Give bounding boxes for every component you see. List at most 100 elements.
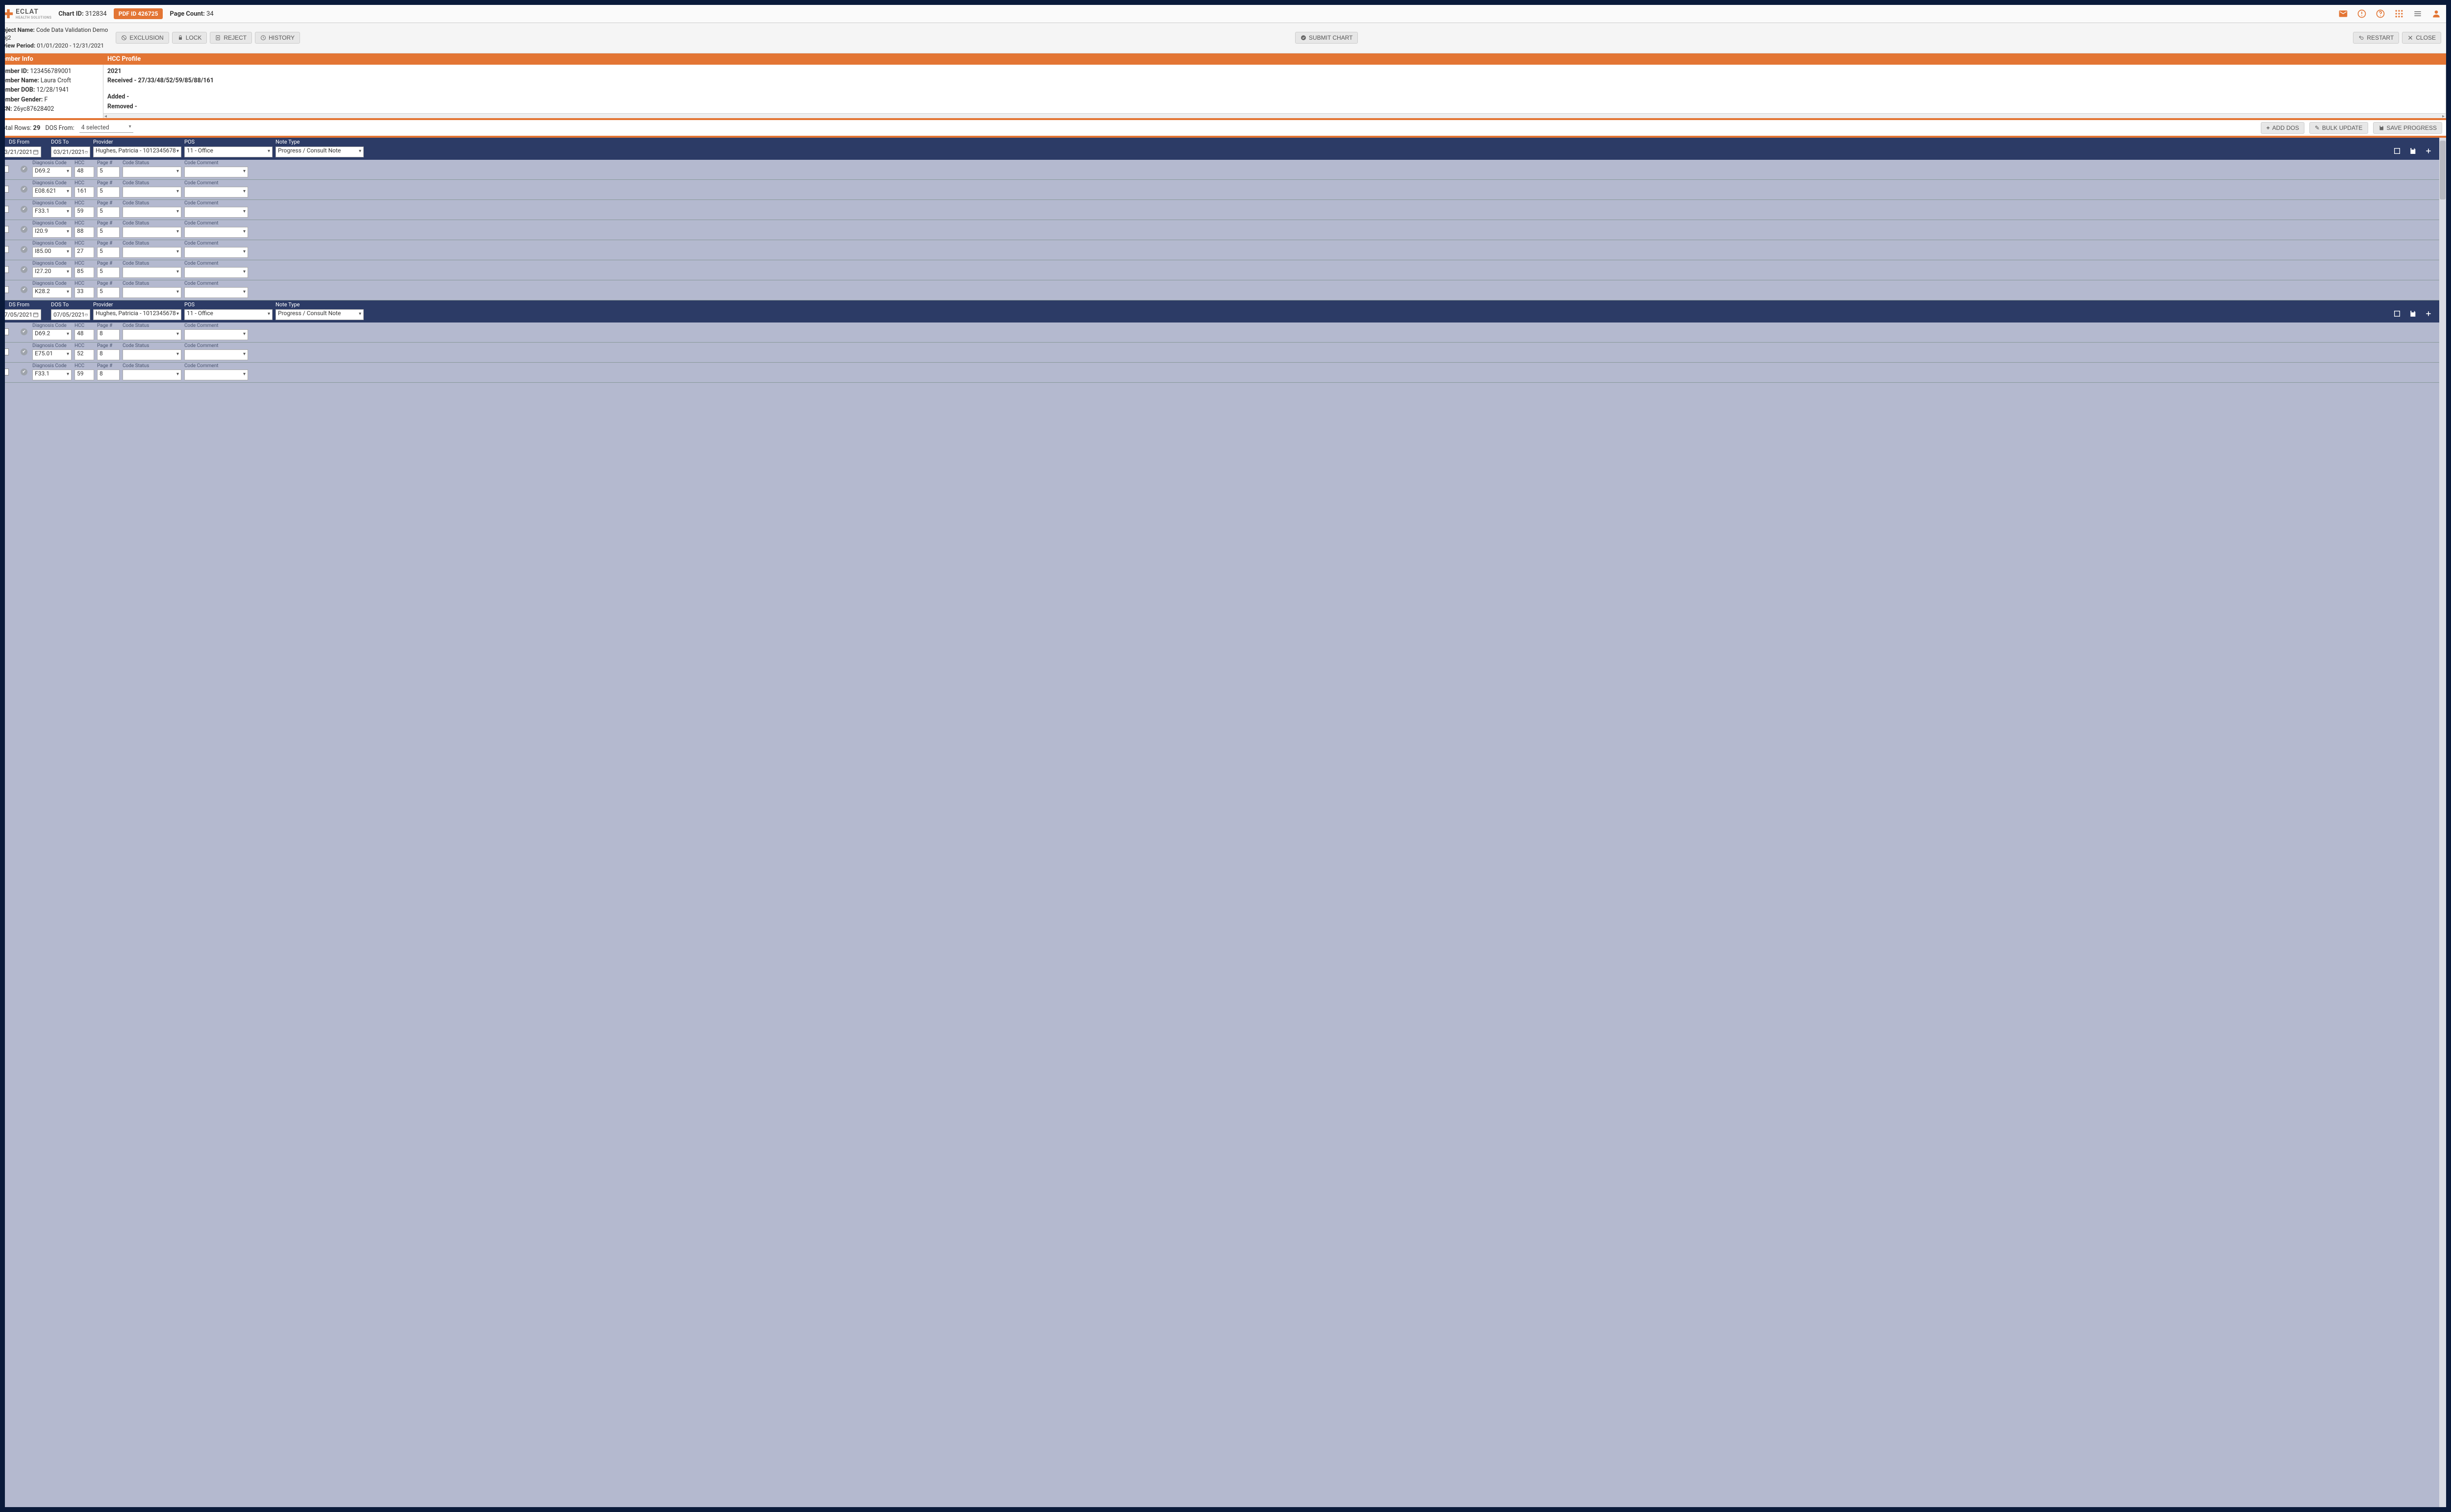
apps-icon[interactable] <box>2394 9 2404 19</box>
diag-checkbox[interactable] <box>5 348 9 355</box>
reject-button[interactable]: REJECT <box>210 32 252 44</box>
dos-to-input[interactable]: 03/21/2021 <box>51 147 90 157</box>
code-comment-select[interactable] <box>184 267 248 278</box>
diag-checkbox[interactable] <box>5 206 9 213</box>
diag-checkbox[interactable] <box>5 246 9 253</box>
row-checkbox-icon[interactable] <box>2393 310 2401 320</box>
diag-checkbox[interactable] <box>5 186 9 193</box>
hcc-input[interactable]: 59 <box>75 207 94 218</box>
row-checkbox-icon[interactable] <box>2393 147 2401 157</box>
menu-icon[interactable] <box>2413 9 2423 19</box>
hcc-input[interactable]: 33 <box>75 287 94 298</box>
diag-checkbox[interactable] <box>5 369 9 375</box>
provider-select[interactable]: Hughes, Patricia - 1012345678 <box>93 309 181 320</box>
diagnosis-code-select[interactable]: D69.2 <box>32 167 72 177</box>
lock-button[interactable]: LOCK <box>172 32 207 44</box>
code-status-select[interactable] <box>123 227 181 238</box>
history-button[interactable]: HISTORY <box>255 32 300 44</box>
code-status-select[interactable] <box>123 370 181 380</box>
page-input[interactable]: 8 <box>97 370 120 380</box>
hcc-horizontal-scrollbar[interactable] <box>103 113 2446 118</box>
diagnosis-code-select[interactable]: E08.621 <box>32 187 72 198</box>
diag-status-dot[interactable]: ✔ <box>21 226 27 233</box>
user-icon[interactable] <box>2431 9 2441 19</box>
diag-checkbox[interactable] <box>5 286 9 293</box>
mail-icon[interactable] <box>2338 9 2348 19</box>
diag-status-dot[interactable]: ✔ <box>21 206 27 213</box>
close-button[interactable]: CLOSE <box>2402 32 2441 44</box>
diag-checkbox[interactable] <box>5 226 9 233</box>
diag-checkbox[interactable] <box>5 266 9 273</box>
exclusion-button[interactable]: EXCLUSION <box>116 32 169 44</box>
dos-from-filter-dropdown[interactable]: 4 selected <box>79 123 133 133</box>
code-status-select[interactable] <box>123 247 181 258</box>
note-type-select[interactable]: Progress / Consult Note <box>275 309 364 320</box>
page-input[interactable]: 5 <box>97 207 120 218</box>
code-comment-select[interactable] <box>184 187 248 198</box>
code-comment-select[interactable] <box>184 227 248 238</box>
page-input[interactable]: 5 <box>97 227 120 238</box>
hcc-input[interactable]: 88 <box>75 227 94 238</box>
diagnosis-code-select[interactable]: K28.2 <box>32 287 72 298</box>
hcc-input[interactable]: 59 <box>75 370 94 380</box>
page-input[interactable]: 8 <box>97 349 120 360</box>
code-comment-select[interactable] <box>184 207 248 218</box>
diag-status-dot[interactable]: ✔ <box>21 286 27 293</box>
code-status-select[interactable] <box>123 187 181 198</box>
diagnosis-code-select[interactable]: I20.9 <box>32 227 72 238</box>
code-status-select[interactable] <box>123 267 181 278</box>
diag-status-dot[interactable]: ✔ <box>21 328 27 335</box>
diag-status-dot[interactable]: ✔ <box>21 348 27 355</box>
dos-from-input[interactable]: 3/21/2021 <box>5 147 41 157</box>
help-icon[interactable] <box>2376 9 2385 19</box>
provider-select[interactable]: Hughes, Patricia - 1012345678 <box>93 147 181 157</box>
row-save-icon[interactable] <box>2409 310 2417 320</box>
diagnosis-code-select[interactable]: E75.01 <box>32 349 72 360</box>
code-status-select[interactable] <box>123 349 181 360</box>
row-add-icon[interactable] <box>2425 147 2432 157</box>
row-save-icon[interactable] <box>2409 147 2417 157</box>
hcc-input[interactable]: 161 <box>75 187 94 198</box>
diagnosis-code-select[interactable]: F33.1 <box>32 207 72 218</box>
hcc-input[interactable]: 85 <box>75 267 94 278</box>
diagnosis-code-select[interactable]: F33.1 <box>32 370 72 380</box>
diag-checkbox[interactable] <box>5 166 9 173</box>
page-input[interactable]: 5 <box>97 267 120 278</box>
diag-checkbox[interactable] <box>5 328 9 335</box>
diag-status-dot[interactable]: ✔ <box>21 246 27 253</box>
code-status-select[interactable] <box>123 287 181 298</box>
alert-icon[interactable] <box>2357 9 2367 19</box>
hcc-input[interactable]: 48 <box>75 167 94 177</box>
diagnosis-code-select[interactable]: I85.00 <box>32 247 72 258</box>
diagnosis-code-select[interactable]: I27.20 <box>32 267 72 278</box>
diag-status-dot[interactable]: ✔ <box>21 369 27 375</box>
pos-select[interactable]: 11 - Office <box>184 309 273 320</box>
page-input[interactable]: 5 <box>97 247 120 258</box>
code-comment-select[interactable] <box>184 287 248 298</box>
bulk-update-button[interactable]: ✎ BULK UPDATE <box>2309 122 2368 134</box>
grid-vertical-scrollbar[interactable] <box>2439 138 2446 1507</box>
code-comment-select[interactable] <box>184 167 248 177</box>
hcc-input[interactable]: 52 <box>75 349 94 360</box>
diag-status-dot[interactable]: ✔ <box>21 266 27 273</box>
scrollbar-thumb[interactable] <box>2440 141 2446 199</box>
code-status-select[interactable] <box>123 167 181 177</box>
code-status-select[interactable] <box>123 207 181 218</box>
code-comment-select[interactable] <box>184 329 248 340</box>
hcc-input[interactable]: 48 <box>75 329 94 340</box>
submit-chart-button[interactable]: SUBMIT CHART <box>1295 32 1358 44</box>
save-progress-button[interactable]: SAVE PROGRESS <box>2373 122 2442 134</box>
restart-button[interactable]: RESTART <box>2353 32 2399 44</box>
dos-to-input[interactable]: 07/05/2021 <box>51 309 90 320</box>
note-type-select[interactable]: Progress / Consult Note <box>275 147 364 157</box>
code-comment-select[interactable] <box>184 370 248 380</box>
row-add-icon[interactable] <box>2425 310 2432 320</box>
code-comment-select[interactable] <box>184 247 248 258</box>
pos-select[interactable]: 11 - Office <box>184 147 273 157</box>
dos-from-input[interactable]: 7/05/2021 <box>5 309 41 320</box>
page-input[interactable]: 5 <box>97 187 120 198</box>
code-comment-select[interactable] <box>184 349 248 360</box>
page-input[interactable]: 8 <box>97 329 120 340</box>
page-input[interactable]: 5 <box>97 167 120 177</box>
pdf-id-badge[interactable]: PDF ID 426725 <box>114 8 163 19</box>
